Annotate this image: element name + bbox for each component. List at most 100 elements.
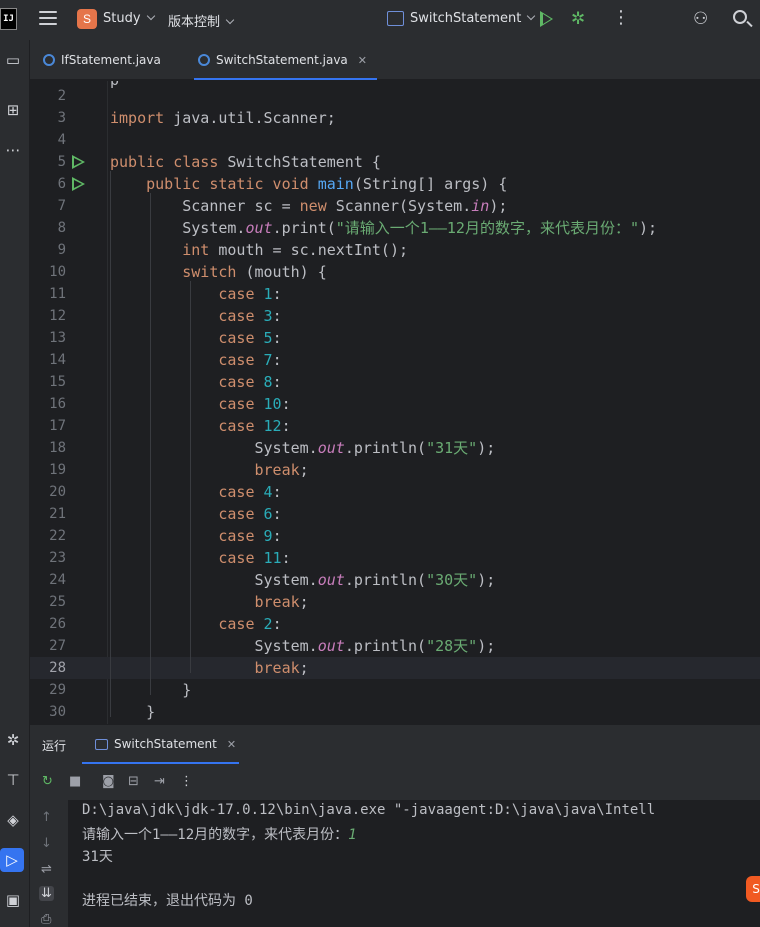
line-number: 12 (49, 308, 66, 324)
run-panel-header: 运行 SwitchStatement ✕ (30, 724, 760, 764)
code-line[interactable]: 4 (30, 129, 760, 151)
code-line[interactable]: 9 int mouth = sc.nextInt(); (30, 239, 760, 261)
vcs-menu[interactable]: 版本控制 (168, 11, 235, 30)
code-line[interactable]: 15 case 8: (30, 371, 760, 393)
code-line[interactable]: 12 case 3: (30, 305, 760, 327)
code-line[interactable]: 27 System.out.println("28天"); (30, 635, 760, 657)
code-editor[interactable]: p 23import java.util.Scanner;45public cl… (30, 81, 760, 724)
code-text: System.out.println("31天"); (110, 439, 496, 457)
add-user-icon[interactable]: ⚇ (693, 9, 708, 29)
code-line[interactable]: 19 break; (30, 459, 760, 481)
line-number: 11 (49, 286, 66, 302)
search-icon[interactable] (733, 10, 747, 24)
run-panel-title: 运行 (42, 739, 67, 753)
code-line[interactable]: 14 case 7: (30, 349, 760, 371)
code-line[interactable]: 13 case 5: (30, 327, 760, 349)
stop-icon[interactable]: ■ (69, 774, 81, 789)
code-line[interactable]: 2 (30, 85, 760, 107)
scroll-to-end-icon[interactable]: ⇊ (39, 886, 54, 901)
line-number: 26 (49, 616, 66, 632)
code-line[interactable]: 7 Scanner sc = new Scanner(System.in); (30, 195, 760, 217)
code-line[interactable]: 10 switch (mouth) { (30, 261, 760, 283)
camera-icon[interactable]: ◙ (102, 774, 115, 789)
print-icon[interactable]: ⎙ (41, 912, 51, 927)
code-text: break; (254, 461, 309, 479)
build-hammer-icon[interactable]: ⊤ (0, 768, 26, 792)
intellij-logo-icon[interactable]: IJ (0, 8, 17, 30)
more-tools-icon[interactable]: ⋯ (0, 138, 26, 162)
code-line[interactable]: 8 System.out.print("请输入一个1——12月的数字，来代表月份… (30, 217, 760, 239)
code-line[interactable]: 21 case 6: (30, 503, 760, 525)
code-line[interactable]: 6 public static void main(String[] args)… (30, 173, 760, 195)
code-line[interactable]: 16 case 10: (30, 393, 760, 415)
gutter-run-icon[interactable] (72, 155, 85, 169)
export-icon[interactable]: ⇥ (154, 774, 165, 789)
debug-tool-icon[interactable]: ✲ (0, 728, 26, 752)
project-selector[interactable]: Study (103, 11, 155, 26)
project-badge[interactable]: S (77, 9, 97, 29)
run-tool-icon[interactable]: ▷ (0, 848, 24, 872)
code-text: System.out.print("请输入一个1——12月的数字，来代表月份："… (110, 219, 658, 237)
line-number: 8 (57, 220, 66, 236)
terminal-icon[interactable]: ▣ (0, 888, 26, 912)
code-line[interactable]: 11 case 1: (30, 283, 760, 305)
line-number: 3 (57, 110, 66, 126)
console-exit-line: 进程已结束，退出代码为 0 (82, 893, 253, 909)
run-icon[interactable] (540, 11, 553, 27)
tab-ifstatement[interactable]: IfStatement.java (43, 40, 161, 80)
code-line[interactable]: 29 } (30, 679, 760, 701)
arrow-up-icon[interactable]: ↑ (41, 810, 52, 825)
code-line[interactable]: 5 public class SwitchStatement { (30, 151, 760, 173)
close-icon[interactable]: ✕ (358, 54, 367, 67)
console-prompt-line: 请输入一个1——12月的数字，来代表月份：1 (82, 824, 357, 844)
close-icon[interactable]: ✕ (227, 738, 236, 751)
code-line[interactable]: 23 case 11: (30, 547, 760, 569)
code-text: } (110, 703, 156, 721)
code-line[interactable]: 3 import java.util.Scanner; (30, 107, 760, 129)
console-output[interactable]: ↑ ↓ ⇌ ⇊ ⎙ D:\java\jdk\jdk-17.0.12\bin\ja… (30, 800, 760, 927)
line-number: 18 (49, 440, 66, 456)
more-actions-icon[interactable]: ⋮ (612, 9, 630, 27)
gutter-run-icon[interactable] (72, 177, 85, 191)
soft-wrap-icon[interactable]: ⇌ (41, 862, 52, 877)
run-tab-switchstatement[interactable]: SwitchStatement ✕ (95, 737, 236, 751)
line-number: 10 (49, 264, 66, 280)
line-number: 23 (49, 550, 66, 566)
project-folder-icon[interactable]: ▭ (0, 48, 26, 72)
code-line[interactable]: 26 case 2: (30, 613, 760, 635)
code-text: case 1: (218, 285, 282, 303)
notification-badge[interactable]: S (746, 876, 760, 902)
line-number: 7 (57, 198, 66, 214)
line-number: 2 (57, 88, 66, 104)
main-menu-icon[interactable] (39, 11, 57, 27)
line-number: 4 (57, 132, 66, 148)
console-input-value: 1 (348, 827, 357, 843)
code-text: switch (mouth) { (182, 263, 327, 281)
code-line[interactable]: 22 case 9: (30, 525, 760, 547)
code-line[interactable]: 17 case 12: (30, 415, 760, 437)
rerun-icon[interactable]: ↻ (42, 774, 53, 789)
java-class-icon (43, 54, 55, 66)
run-config-selector[interactable]: SwitchStatement (410, 11, 536, 26)
code-text: case 2: (218, 615, 282, 633)
structure-icon[interactable]: ⊞ (0, 98, 26, 122)
code-line[interactable]: 30 } (30, 701, 760, 723)
restore-layout-icon[interactable]: ⊟ (128, 774, 139, 789)
code-text: Scanner sc = new Scanner(System.in); (110, 197, 508, 215)
code-line[interactable]: 24 System.out.println("30天"); (30, 569, 760, 591)
line-number: 20 (49, 484, 66, 500)
tab-switchstatement[interactable]: SwitchStatement.java ✕ (194, 40, 377, 80)
code-line[interactable]: 20 case 4: (30, 481, 760, 503)
arrow-down-icon[interactable]: ↓ (41, 836, 52, 851)
code-line[interactable]: 28 break; (30, 657, 760, 679)
more-actions-icon[interactable]: ⋮ (180, 774, 193, 789)
services-icon[interactable]: ◈ (0, 808, 26, 832)
editor-tabs: IfStatement.java SwitchStatement.java ✕ (30, 40, 760, 80)
run-config-label: SwitchStatement (410, 11, 522, 26)
code-line[interactable]: 25 break; (30, 591, 760, 613)
debug-icon[interactable]: ✲ (571, 10, 585, 28)
vcs-label: 版本控制 (168, 15, 221, 30)
project-name: Study (103, 11, 141, 26)
code-line[interactable]: 18 System.out.println("31天"); (30, 437, 760, 459)
line-number: 6 (57, 176, 66, 192)
